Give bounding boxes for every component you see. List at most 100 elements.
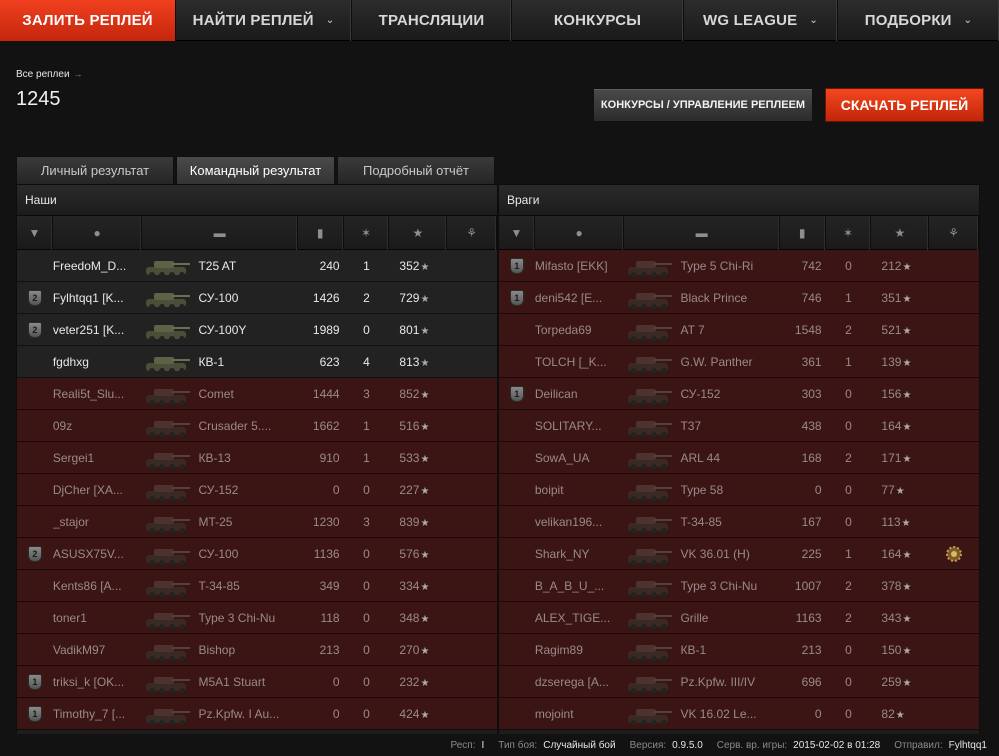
player-name[interactable]: Sergei1 [53,451,143,465]
tank-cell: T25 AT [142,251,297,281]
player-row[interactable]: SowA_UA ARL 44 168 2 171★ [499,442,979,474]
player-row[interactable]: dzserega [A... Pz.Kpfw. III/IV 696 0 259★ [499,666,979,698]
xp-col-icon[interactable]: ★ [871,216,930,250]
kills-col-icon[interactable]: ✶ [826,216,872,250]
damage-col-icon[interactable]: ▮ [780,216,826,250]
player-row[interactable]: TOLCH [_K... G.W. Panther 361 1 139★ [499,346,979,378]
medal-icon[interactable] [944,544,964,564]
tank-cell: Grille [624,603,779,633]
player-row[interactable]: DjCher [XA... СУ-152 0 0 227★ [17,474,497,506]
player-name[interactable]: ASUSX75V... [53,547,143,561]
xp-value: 348 [399,610,420,625]
player-row[interactable]: 2 Fylhtqq1 [K... СУ-100 1426 2 729★ [17,282,497,314]
player-row[interactable]: 2 veter251 [K... СУ-100Y 1989 0 801★ [17,314,497,346]
player-row[interactable]: mojoint VK 16.02 Le... 0 0 82★ [499,698,979,730]
rank-badge-col-icon[interactable]: ▼ [499,216,535,250]
tank-name: MT-25 [198,514,233,529]
player-row[interactable]: B_A_B_U_... Type 3 Chi-Nu 1007 2 378★ [499,570,979,602]
player-row[interactable]: FreedoM_D... T25 AT 240 1 352★ [17,250,497,282]
rank-badge-cell: 1 [499,385,535,402]
player-name[interactable]: Fylhtqq1 [K... [53,291,143,305]
tank-col-icon[interactable]: ▬ [624,216,780,250]
player-row[interactable]: Kents86 [A... T-34-85 349 0 334★ [17,570,497,602]
breadcrumb[interactable]: Все реплеи → [16,69,83,80]
xp-cell: 232★ [389,675,447,689]
player-row[interactable]: Torpeda69 AT 7 1548 2 521★ [499,314,979,346]
player-name[interactable]: ALEX_TIGE... [535,611,625,625]
player-row[interactable]: Ragim89 КВ-1 213 0 150★ [499,634,979,666]
player-row[interactable]: toner1 Type 3 Chi-Nu 118 0 348★ [17,602,497,634]
player-name[interactable]: B_A_B_U_... [535,579,625,593]
player-row[interactable]: Sergei1 КВ-13 910 1 533★ [17,442,497,474]
player-name[interactable]: 09z [53,419,143,433]
medal-col-icon[interactable]: ⚘ [447,216,497,250]
xp-col-icon[interactable]: ★ [389,216,448,250]
player-name[interactable]: boipit [535,483,625,497]
player-name[interactable]: deni542 [E... [535,291,625,305]
tank-cell: СУ-100 [142,539,297,569]
player-row[interactable]: Shark_NY VK 36.01 (H) 225 1 164★ [499,538,979,570]
kills-col-icon[interactable]: ✶ [344,216,390,250]
player-name[interactable]: Kents86 [A... [53,579,143,593]
xp-cell: 852★ [389,387,447,401]
player-row[interactable]: 2 ASUSX75V... СУ-100 1136 0 576★ [17,538,497,570]
player-name[interactable]: Shark_NY [535,547,625,561]
player-name[interactable]: SowA_UA [535,451,625,465]
tab-personal-result[interactable]: Личный результат [16,156,174,184]
damage-col-icon[interactable]: ▮ [298,216,344,250]
manage-replay-button[interactable]: КОНКУРСЫ / УПРАВЛЕНИЕ РЕПЛЕЕМ [593,88,813,122]
player-name[interactable]: mojoint [535,707,625,721]
player-row[interactable]: VadikM97 Bishop 213 0 270★ [17,634,497,666]
player-name[interactable]: fgdhxg [53,355,143,369]
player-row[interactable]: SOLITARY... T37 438 0 164★ [499,410,979,442]
player-row[interactable]: 1 triksi_k [OK... M5A1 Stuart 0 0 232★ [17,666,497,698]
medal-col-icon[interactable]: ⚘ [929,216,979,250]
tab-team-result[interactable]: Командный результат [176,156,335,184]
player-col-icon[interactable]: ● [53,216,143,250]
player-row[interactable]: _stajor MT-25 1230 3 839★ [17,506,497,538]
player-name[interactable]: SOLITARY... [535,419,625,433]
player-row[interactable]: fgdhxg КВ-1 623 4 813★ [17,346,497,378]
player-name[interactable]: VadikM97 [53,643,143,657]
xp-value: 351 [881,290,902,305]
player-row[interactable]: 1 deni542 [E... Black Prince 746 1 351★ [499,282,979,314]
player-col-icon[interactable]: ● [535,216,625,250]
nav-contests[interactable]: КОНКУРСЫ [512,0,684,41]
nav-broadcasts[interactable]: ТРАНСЛЯЦИИ [352,0,512,41]
rank-badge-col-icon[interactable]: ▼ [17,216,53,250]
player-name[interactable]: Deilican [535,387,625,401]
nav-upload-replay[interactable]: ЗАЛИТЬ РЕПЛЕЙ [0,0,176,41]
player-name[interactable]: veter251 [K... [53,323,143,337]
player-name[interactable]: Timothy_7 [... [53,707,143,721]
player-row[interactable]: Reali5t_Slu... Comet 1444 3 852★ [17,378,497,410]
player-row[interactable]: boipit Type 58 0 0 77★ [499,474,979,506]
nav-wg-league[interactable]: WG LEAGUE ⌄ [684,0,838,41]
player-name[interactable]: DjCher [XA... [53,483,143,497]
player-name[interactable]: Mifasto [EKK] [535,259,625,273]
player-name[interactable]: Reali5t_Slu... [53,387,143,401]
player-row[interactable]: velikan196... T-34-85 167 0 113★ [499,506,979,538]
nav-find-replay[interactable]: НАЙТИ РЕПЛЕЙ ⌄ [176,0,352,41]
player-name[interactable]: Torpeda69 [535,323,625,337]
tank-col-icon[interactable]: ▬ [142,216,298,250]
player-name[interactable]: FreedoM_D... [53,259,143,273]
player-row[interactable]: 09z Crusader 5.... 1662 1 516★ [17,410,497,442]
kills-value: 0 [363,706,370,721]
player-name[interactable]: TOLCH [_K... [535,355,625,369]
player-row[interactable]: ALEX_TIGE... Grille 1163 2 343★ [499,602,979,634]
player-name[interactable]: triksi_k [OK... [53,675,143,689]
player-row[interactable]: 1 Mifasto [EKK] Type 5 Chi-Ri 742 0 212★ [499,250,979,282]
player-name[interactable]: _stajor [53,515,143,529]
player-row[interactable]: 1 Deilican СУ-152 303 0 156★ [499,378,979,410]
player-name[interactable]: Ragim89 [535,643,625,657]
download-replay-button[interactable]: СКАЧАТЬ РЕПЛЕЙ [825,88,984,122]
nav-collections[interactable]: ПОДБОРКИ ⌄ [838,0,999,41]
tank-cell: СУ-152 [624,379,779,409]
player-name[interactable]: dzserega [A... [535,675,625,689]
player-name[interactable]: toner1 [53,611,143,625]
xp-cell: 139★ [871,355,929,369]
tank-cell: КВ-13 [142,443,297,473]
tab-detailed-report[interactable]: Подробный отчёт [337,156,495,184]
player-name[interactable]: velikan196... [535,515,625,529]
player-row[interactable]: 1 Timothy_7 [... Pz.Kpfw. I Au... 0 0 424★ [17,698,497,730]
